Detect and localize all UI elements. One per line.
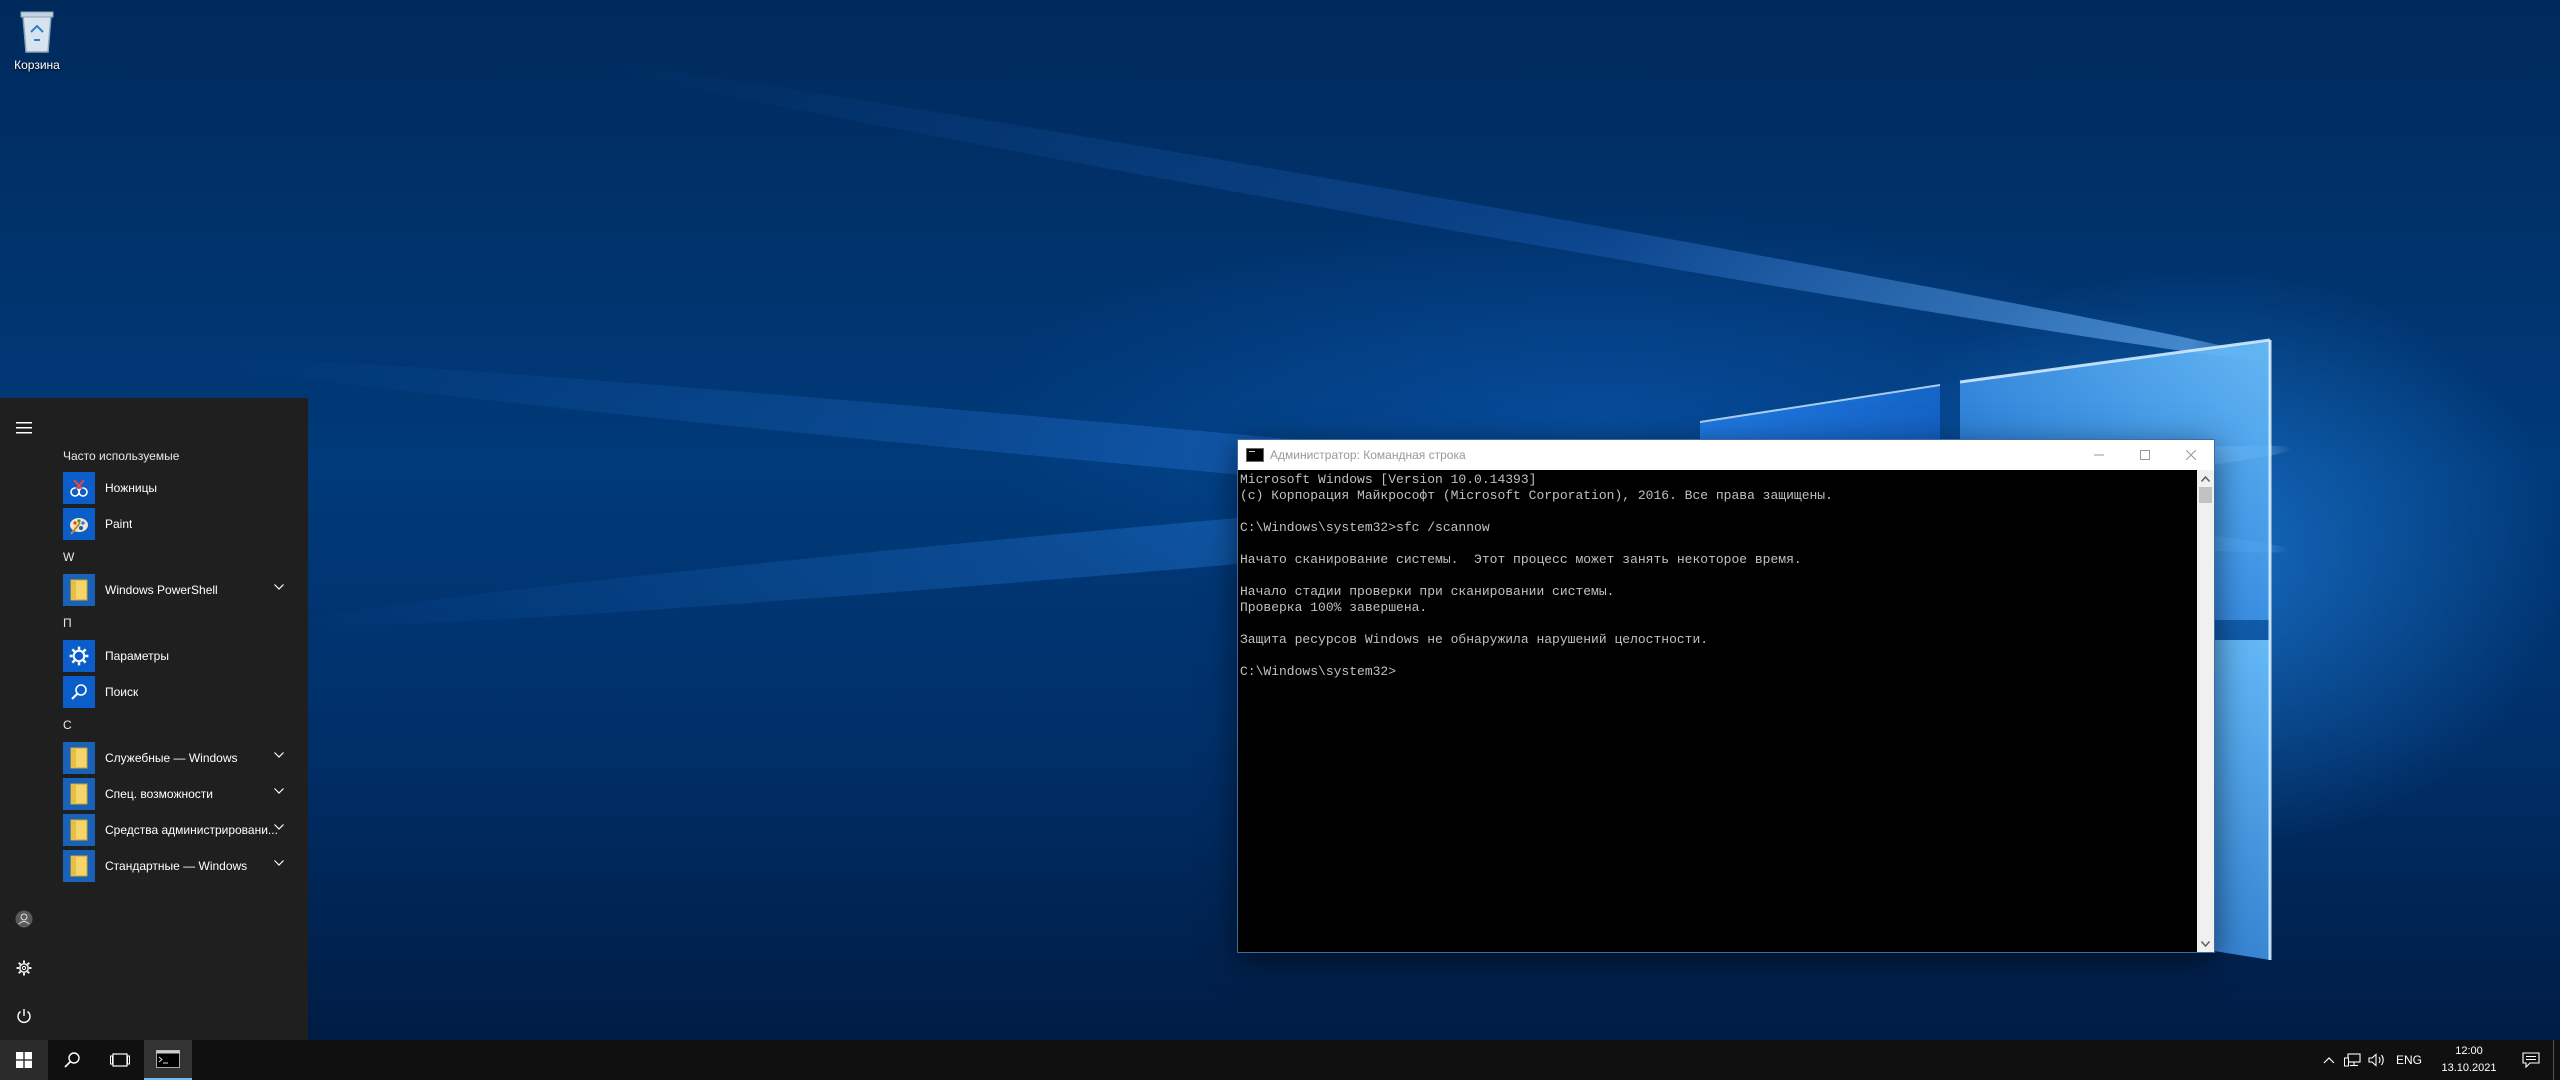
- settings-button[interactable]: [0, 948, 48, 988]
- folder-icon: [63, 850, 95, 882]
- app-label: Служебные — Windows: [105, 751, 238, 765]
- network-icon: [2344, 1053, 2361, 1067]
- taskbar: ENG 12:00 13.10.2021: [0, 1040, 2560, 1080]
- chevron-down-icon[interactable]: [274, 824, 284, 830]
- user-button[interactable]: [0, 899, 48, 939]
- desktop-icon-label: Корзина: [14, 58, 60, 72]
- gear-icon: [16, 960, 32, 976]
- language-indicator[interactable]: ENG: [2389, 1053, 2429, 1067]
- group-heading-p[interactable]: П: [52, 608, 300, 638]
- app-windows-accessories[interactable]: Стандартные — Windows: [52, 848, 300, 884]
- maximize-button[interactable]: [2122, 440, 2168, 470]
- chevron-up-icon: [2201, 475, 2210, 482]
- start-rail: [0, 398, 48, 1040]
- search-icon: [64, 1052, 80, 1068]
- app-label: Стандартные — Windows: [105, 859, 248, 873]
- app-snipping-tool[interactable]: Ножницы: [52, 470, 300, 506]
- group-heading-s[interactable]: С: [52, 710, 300, 740]
- app-accessibility[interactable]: Спец. возможности: [52, 776, 300, 812]
- snipping-tool-icon: [63, 472, 95, 504]
- search-icon: [63, 676, 95, 708]
- folder-icon: [63, 742, 95, 774]
- user-icon: [15, 910, 33, 928]
- group-heading-frequent: Часто используемые: [63, 449, 180, 463]
- close-icon: [2186, 450, 2196, 460]
- app-label: Windows PowerShell: [105, 583, 218, 597]
- scroll-up-button[interactable]: [2197, 470, 2214, 487]
- paint-icon: [63, 508, 95, 540]
- app-windows-system[interactable]: Служебные — Windows: [52, 740, 300, 776]
- console-scrollbar[interactable]: [2197, 470, 2214, 952]
- chevron-down-icon[interactable]: [274, 860, 284, 866]
- taskbar-search-button[interactable]: [48, 1040, 96, 1080]
- cmd-window-title: Администратор: Командная строка: [1270, 448, 1466, 462]
- app-paint[interactable]: Paint: [52, 506, 300, 542]
- app-label: Paint: [105, 517, 133, 531]
- scroll-thumb[interactable]: [2199, 487, 2212, 503]
- cmd-window[interactable]: Администратор: Командная строка Microsof…: [1237, 439, 2215, 953]
- app-list: Часто используемые Ножницы Paint W Windo…: [52, 442, 300, 884]
- console-output[interactable]: Microsoft Windows [Version 10.0.14393] (…: [1238, 470, 2196, 952]
- clock-date: 13.10.2021: [2441, 1062, 2497, 1074]
- task-view-icon: [110, 1053, 130, 1067]
- volume-button[interactable]: [2365, 1040, 2389, 1080]
- close-button[interactable]: [2168, 440, 2214, 470]
- speaker-icon: [2368, 1053, 2384, 1067]
- cmd-icon: [1246, 448, 1264, 462]
- console-text: Microsoft Windows [Version 10.0.14393] (…: [1240, 472, 1833, 679]
- gear-icon: [63, 640, 95, 672]
- minimize-button[interactable]: [2076, 440, 2122, 470]
- hamburger-icon: [16, 422, 32, 434]
- app-settings[interactable]: Параметры: [52, 638, 300, 674]
- chevron-down-icon: [2201, 940, 2210, 947]
- chevron-down-icon[interactable]: [274, 788, 284, 794]
- app-search[interactable]: Поиск: [52, 674, 300, 710]
- clock[interactable]: 12:00 13.10.2021: [2429, 1043, 2509, 1077]
- expand-menu-button[interactable]: [0, 408, 48, 448]
- folder-icon: [63, 574, 95, 606]
- start-menu: Часто используемые Ножницы Paint W Windo…: [0, 398, 308, 1040]
- power-icon: [17, 1009, 31, 1023]
- action-center-button[interactable]: [2509, 1040, 2553, 1080]
- group-heading-w[interactable]: W: [52, 542, 300, 572]
- folder-icon: [63, 778, 95, 810]
- app-label: Средства администрировани...: [105, 823, 278, 837]
- show-desktop-button[interactable]: [2553, 1040, 2560, 1080]
- start-button[interactable]: [0, 1040, 48, 1080]
- cmd-icon: [156, 1050, 180, 1068]
- app-admin-tools[interactable]: Средства администрировани...: [52, 812, 300, 848]
- app-label: Спец. возможности: [105, 787, 213, 801]
- show-hidden-icons-button[interactable]: [2317, 1040, 2341, 1080]
- app-windows-powershell[interactable]: Windows PowerShell: [52, 572, 300, 608]
- notification-icon: [2522, 1052, 2540, 1068]
- chevron-up-icon: [2323, 1057, 2335, 1064]
- app-label: Параметры: [105, 649, 169, 663]
- maximize-icon: [2140, 450, 2150, 460]
- system-tray: ENG 12:00 13.10.2021: [2317, 1040, 2560, 1080]
- network-button[interactable]: [2341, 1040, 2365, 1080]
- light-beam: [597, 50, 2277, 375]
- taskbar-cmd-button[interactable]: [144, 1040, 192, 1080]
- recycle-bin-icon: [17, 6, 57, 54]
- windows-start-icon: [16, 1052, 32, 1068]
- desktop-icon-recycle-bin[interactable]: Корзина: [6, 4, 68, 72]
- task-view-button[interactable]: [96, 1040, 144, 1080]
- minimize-icon: [2094, 454, 2104, 456]
- scroll-down-button[interactable]: [2197, 935, 2214, 952]
- cmd-titlebar[interactable]: Администратор: Командная строка: [1238, 440, 2214, 470]
- app-label: Ножницы: [105, 481, 158, 495]
- clock-time: 12:00: [2455, 1045, 2483, 1057]
- chevron-down-icon[interactable]: [274, 584, 284, 590]
- desktop[interactable]: Корзина Администратор: Командная строка: [0, 0, 2560, 1040]
- folder-icon: [63, 814, 95, 846]
- chevron-down-icon[interactable]: [274, 752, 284, 758]
- power-button[interactable]: [0, 996, 48, 1036]
- app-label: Поиск: [105, 685, 139, 699]
